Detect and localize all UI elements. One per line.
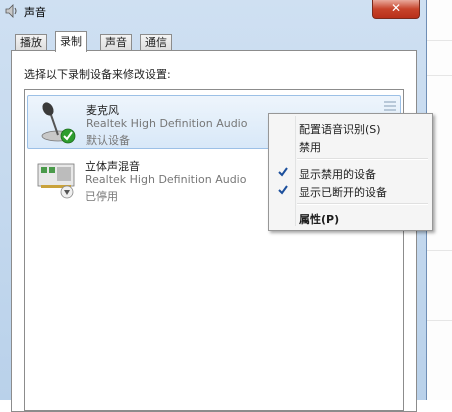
checkmark-icon — [278, 185, 288, 195]
device-name: 立体声混音 — [85, 160, 140, 173]
checkmark-icon — [278, 167, 288, 177]
speaker-icon — [5, 4, 17, 18]
menu-item-label: 属性(P) — [299, 213, 340, 226]
menu-item-disable[interactable]: 禁用 — [271, 136, 430, 155]
menu-item-configure-speech-recognition[interactable]: 配置语音识别(S) — [271, 118, 430, 137]
device-name: 麦克风 — [86, 104, 119, 117]
device-status: 默认设备 — [86, 134, 130, 147]
tab-communications[interactable]: 通信 — [140, 34, 172, 51]
menu-separator — [297, 203, 428, 205]
recording-panel: 选择以下录制设备来修改设置: 麦克风 Realtek High Definiti… — [11, 50, 417, 412]
title-bar[interactable]: 声音 ✕ — [0, 0, 426, 22]
menu-item-show-disabled-devices[interactable]: 显示禁用的设备 — [271, 163, 430, 182]
close-button[interactable]: ✕ — [372, 0, 420, 19]
menu-item-show-disconnected-devices[interactable]: 显示已断开的设备 — [271, 181, 430, 200]
tab-recording[interactable]: 录制 — [55, 31, 87, 52]
device-description: Realtek High Definition Audio — [85, 173, 247, 186]
sound-card-icon — [37, 163, 75, 199]
menu-item-label: 显示已断开的设备 — [299, 186, 387, 199]
context-menu: 配置语音识别(S) 禁用 显示禁用的设备 显示已断开的设备 属性(P) — [268, 113, 433, 231]
device-description: Realtek High Definition Audio — [86, 117, 248, 130]
window-title: 声音 — [24, 6, 46, 19]
menu-item-label: 显示禁用的设备 — [299, 168, 376, 181]
device-status: 已停用 — [85, 190, 118, 203]
tab-playback[interactable]: 播放 — [15, 34, 47, 51]
microphone-icon — [41, 102, 76, 144]
menu-separator — [297, 158, 428, 160]
menu-item-label: 配置语音识别(S) — [299, 123, 381, 136]
menu-item-properties[interactable]: 属性(P) — [271, 208, 430, 227]
menu-item-label: 禁用 — [299, 141, 321, 154]
tab-sounds[interactable]: 声音 — [100, 34, 132, 51]
instruction-text: 选择以下录制设备来修改设置: — [24, 68, 171, 81]
